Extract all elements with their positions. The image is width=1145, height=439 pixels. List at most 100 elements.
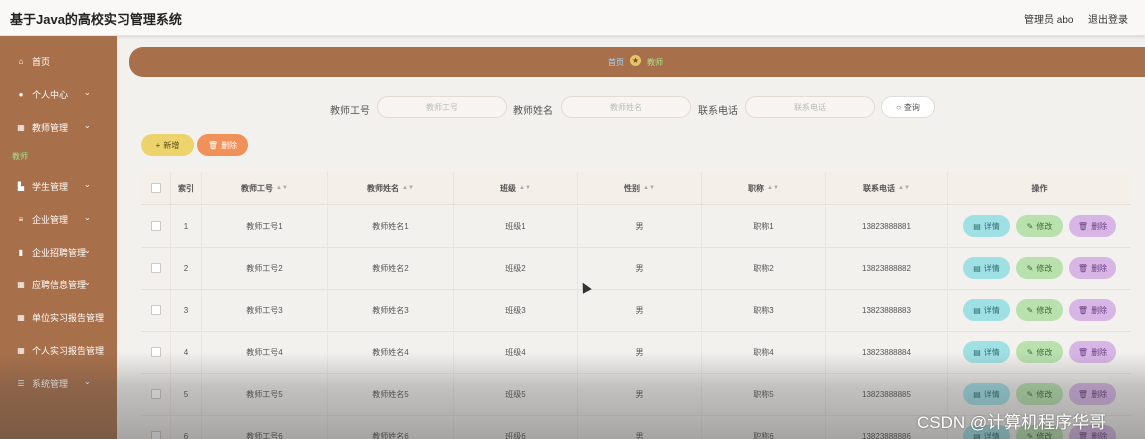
chevron-down-icon: ⌄ bbox=[84, 88, 91, 97]
row-checkbox[interactable] bbox=[150, 389, 161, 399]
sidebar-item-label: 单位实习报告管理 bbox=[32, 312, 105, 323]
row-delete-button[interactable]: 🗑 删除 bbox=[1069, 299, 1116, 321]
home-icon: ⌂ bbox=[18, 56, 24, 66]
edit-button[interactable]: ✎ 修改 bbox=[1016, 383, 1063, 405]
sidebar-item[interactable]: ● 个人中心 ⌄ bbox=[0, 83, 117, 105]
select-all-cell bbox=[141, 172, 171, 204]
col-teacher-id[interactable]: 教师工号 ▲▼ bbox=[202, 172, 328, 204]
detail-button[interactable]: ▤ 详情 bbox=[963, 299, 1010, 321]
edit-button[interactable]: ✎ 修改 bbox=[1016, 215, 1063, 237]
detail-button-label: 详情 bbox=[983, 263, 1000, 273]
row-delete-button[interactable]: 🗑 删除 bbox=[1069, 383, 1116, 405]
teacher-id-input[interactable] bbox=[377, 96, 507, 118]
cell-title: 职称3 bbox=[702, 289, 826, 331]
batch-delete-button[interactable]: 🗑 删除 bbox=[197, 134, 248, 156]
logout-link[interactable]: 退出登录 bbox=[1088, 11, 1128, 26]
col-teacher-name[interactable]: 教师姓名 ▲▼ bbox=[328, 172, 454, 204]
col-class-label: 班级 bbox=[500, 183, 517, 193]
sidebar-item-label: 首页 bbox=[32, 56, 51, 67]
cell-teacher-name: 教师姓名4 bbox=[328, 331, 454, 373]
cell-class: 班级5 bbox=[454, 373, 578, 415]
col-phone[interactable]: 联系电话 ▲▼ bbox=[826, 172, 948, 204]
sort-icon: ▲▼ bbox=[767, 185, 779, 191]
sidebar-subitem-teacher[interactable]: 教师 bbox=[12, 151, 28, 162]
sort-icon: ▲▼ bbox=[643, 185, 655, 191]
sidebar-item[interactable]: ▦ 单位实习报告管理 bbox=[0, 306, 117, 328]
add-button[interactable]: + 新增 bbox=[141, 134, 194, 156]
col-actions: 操作 bbox=[1031, 183, 1048, 193]
sidebar-item-label: 企业管理 bbox=[32, 214, 69, 225]
col-class[interactable]: 班级 ▲▼ bbox=[454, 172, 578, 204]
document-icon: ▤ bbox=[973, 263, 981, 273]
row-delete-button[interactable]: 🗑 删除 bbox=[1069, 257, 1116, 279]
col-teacher-id-label: 教师工号 bbox=[241, 183, 274, 193]
cell-teacher-id: 教师工号5 bbox=[202, 373, 328, 415]
detail-button[interactable]: ▤ 详情 bbox=[963, 341, 1010, 363]
row-checkbox[interactable] bbox=[150, 263, 161, 273]
document-icon: ▤ bbox=[973, 305, 981, 315]
cell-index: 5 bbox=[171, 373, 202, 415]
sidebar-item[interactable]: ▦ 应聘信息管理 ⌄ bbox=[0, 273, 117, 295]
row-checkbox[interactable] bbox=[150, 305, 161, 315]
row-checkbox[interactable] bbox=[150, 221, 161, 231]
detail-button[interactable]: ▤ 详情 bbox=[963, 257, 1010, 279]
sidebar-item[interactable]: ▦ 个人实习报告管理 bbox=[0, 339, 117, 361]
chevron-down-icon: ⌄ bbox=[84, 121, 91, 130]
row-delete-button[interactable]: 🗑 删除 bbox=[1069, 341, 1116, 363]
cell-gender: 男 bbox=[578, 247, 702, 289]
sidebar-item[interactable]: ▦ 教师管理 ⌄ bbox=[0, 116, 117, 138]
detail-button[interactable]: ▤ 详情 bbox=[963, 383, 1010, 405]
sidebar-item-label: 学生管理 bbox=[32, 181, 69, 192]
row-select-cell bbox=[141, 205, 171, 247]
person-icon: ● bbox=[18, 89, 24, 99]
sidebar-item[interactable]: ☰ 系统管理 ⌄ bbox=[0, 372, 117, 394]
admin-user-label: 管理员 abo bbox=[1024, 15, 1074, 26]
edit-button-label: 修改 bbox=[1036, 347, 1053, 357]
cell-phone: 13823888883 bbox=[826, 289, 948, 331]
query-button[interactable]: ○ 查询 bbox=[881, 96, 935, 118]
row-select-cell bbox=[141, 247, 171, 289]
cell-phone: 13823888884 bbox=[826, 331, 948, 373]
cell-teacher-name: 教师姓名6 bbox=[328, 415, 454, 439]
sort-icon: ▲▼ bbox=[276, 185, 288, 191]
detail-button-label: 详情 bbox=[983, 389, 1000, 399]
edit-button[interactable]: ✎ 修改 bbox=[1016, 341, 1063, 363]
row-delete-button[interactable]: 🗑 删除 bbox=[1069, 215, 1116, 237]
cell-teacher-id: 教师工号2 bbox=[202, 247, 328, 289]
teacher-name-input[interactable] bbox=[561, 96, 691, 118]
chevron-down-icon: ⌄ bbox=[84, 278, 91, 287]
sidebar-item[interactable]: ⌂ 首页 bbox=[0, 50, 117, 72]
detail-button-label: 详情 bbox=[983, 221, 1000, 231]
col-gender[interactable]: 性别 ▲▼ bbox=[578, 172, 702, 204]
sidebar-item[interactable]: ▮ 企业招聘管理 ⌄ bbox=[0, 241, 117, 263]
table-row: 2 教师工号2 教师姓名2 班级2 男职称2 13823888882 ▤ 详情 ✎ 修改 🗑 删除 bbox=[141, 247, 1131, 290]
chevron-down-icon: ⌄ bbox=[84, 246, 91, 255]
cell-teacher-name: 教师姓名3 bbox=[328, 289, 454, 331]
edit-button-label: 修改 bbox=[1036, 263, 1053, 273]
row-checkbox[interactable] bbox=[150, 431, 161, 439]
table-row: 1 教师工号1 教师姓名1 班级1 男职称1 13823888881 ▤ 详情 ✎ 修改 🗑 删除 bbox=[141, 205, 1131, 248]
phone-input[interactable] bbox=[745, 96, 875, 118]
edit-button[interactable]: ✎ 修改 bbox=[1016, 299, 1063, 321]
cell-phone: 13823888882 bbox=[826, 247, 948, 289]
sidebar-item[interactable]: ≡ 企业管理 ⌄ bbox=[0, 208, 117, 230]
breadcrumb-home[interactable]: 首页 bbox=[608, 57, 624, 68]
col-title[interactable]: 职称 ▲▼ bbox=[702, 172, 826, 204]
document-icon: ▤ bbox=[973, 221, 981, 231]
sidebar-item[interactable]: ▙ 学生管理 ⌄ bbox=[0, 175, 117, 197]
sidebar-item-label: 个人中心 bbox=[32, 89, 69, 100]
sidebar-item-label: 应聘信息管理 bbox=[32, 279, 87, 290]
cell-gender: 男 bbox=[578, 205, 702, 247]
row-checkbox[interactable] bbox=[150, 347, 161, 357]
select-all-checkbox[interactable] bbox=[150, 183, 161, 193]
sidebar-item-label: 个人实习报告管理 bbox=[32, 345, 105, 356]
plus-icon: + bbox=[155, 140, 161, 150]
breadcrumb: 首页 ★ 教师 bbox=[129, 47, 1145, 77]
list-icon: ≡ bbox=[18, 214, 24, 224]
pencil-icon: ✎ bbox=[1026, 221, 1034, 231]
detail-button[interactable]: ▤ 详情 bbox=[963, 215, 1010, 237]
detail-button-label: 详情 bbox=[983, 305, 1000, 315]
top-bar: 基于Java的高校实习管理系统 管理员 abo 退出登录 bbox=[0, 0, 1145, 36]
edit-button[interactable]: ✎ 修改 bbox=[1016, 257, 1063, 279]
watermark: CSDN @计算机程序华哥 bbox=[917, 413, 1107, 432]
